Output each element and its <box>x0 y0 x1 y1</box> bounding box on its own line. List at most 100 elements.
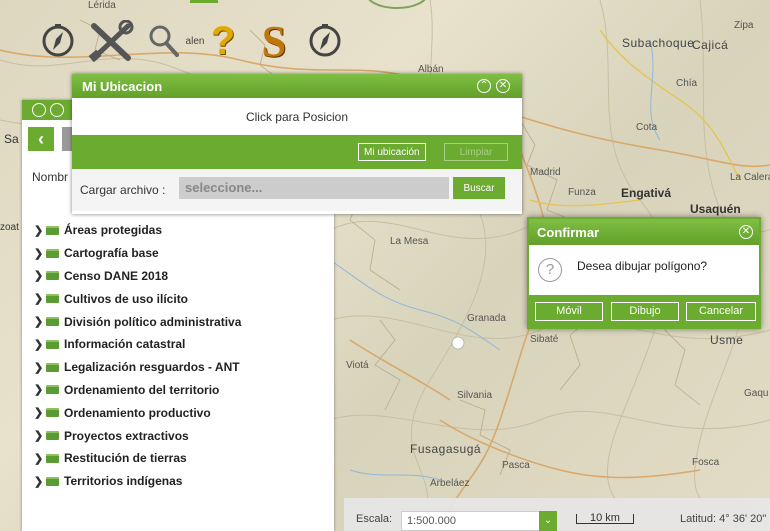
layer-item[interactable]: ❯ Áreas protegidas <box>34 219 241 242</box>
panel-tab-label-sa: Sa <box>4 132 19 146</box>
layer-item[interactable]: ❯ Censo DANE 2018 <box>34 265 241 288</box>
question-icon: ? <box>538 258 562 282</box>
map-label-arbelaez: Arbeláez <box>430 478 470 489</box>
map-label-chia: Chía <box>676 78 698 89</box>
search-icon[interactable] <box>146 18 182 64</box>
layer-item[interactable]: ❯ Restitución de tierras <box>34 447 241 470</box>
folder-icon <box>46 453 59 463</box>
layer-item-label: Censo DANE 2018 <box>64 268 169 283</box>
tools-icon[interactable] <box>86 18 136 64</box>
buscar-button[interactable]: Buscar <box>453 177 505 199</box>
map-label-fosca: Fosca <box>692 457 720 468</box>
layer-item[interactable]: ❯ Ordenamiento del territorio <box>34 379 241 402</box>
layer-item[interactable]: ❯ División político administrativa <box>34 310 241 333</box>
layer-item-label: Cultivos de uso ilícito <box>64 291 189 306</box>
scale-label: Escala: <box>356 513 393 525</box>
map-label-zipa: Zipa <box>734 20 754 31</box>
folder-icon <box>46 317 59 327</box>
layer-item-label: Proyectos extractivos <box>64 428 189 443</box>
confirm-message: Desea dibujar polígono? <box>577 259 708 273</box>
layer-item[interactable]: ❯ Cultivos de uso ilícito <box>34 287 241 310</box>
limpiar-button[interactable]: Limpiar <box>444 143 508 161</box>
map-label-lerida: Lérida <box>88 0 116 11</box>
map-label-silvania: Silvania <box>457 390 493 401</box>
folder-icon <box>46 362 59 372</box>
chevron-right-icon[interactable]: ❯ <box>34 406 46 419</box>
panel-label-nombre: Nombr <box>32 170 69 184</box>
map-label-subachoque: Subachoque <box>622 36 695 50</box>
chevron-down-icon[interactable]: ⌄ <box>539 511 557 531</box>
confirm-actions: Móvil Dibujo Cancelar <box>529 295 759 327</box>
map-label-gaqu: Gaqu <box>744 388 769 399</box>
compass-icon[interactable] <box>38 18 78 64</box>
folder-icon <box>46 248 59 258</box>
confirm-title: Confirmar <box>529 219 759 245</box>
chevron-right-icon[interactable]: ❯ <box>34 338 46 351</box>
layer-item-label: Legalización resguardos - ANT <box>64 360 240 375</box>
logo-fragment <box>190 0 218 3</box>
help-icon[interactable]: ? <box>205 18 241 64</box>
latitude-readout: Latitud: 4° 36' 20" N <box>680 513 770 525</box>
map-label-engativa: Engativá <box>621 186 672 200</box>
chevron-right-icon[interactable]: ❯ <box>34 383 46 396</box>
map-label-cajica: Cajicá <box>692 38 729 52</box>
map-label-usme: Usme <box>710 333 744 347</box>
layer-item-label: Información catastral <box>64 337 186 352</box>
layer-item[interactable]: ❯ Legalización resguardos - ANT <box>34 356 241 379</box>
collapse-icon[interactable] <box>32 103 46 117</box>
layer-item-label: Ordenamiento productivo <box>64 405 211 420</box>
chevron-right-icon[interactable]: ❯ <box>34 475 46 488</box>
minimize-icon[interactable]: ⌃ <box>477 79 491 93</box>
mi-ubicacion-dialog: Mi Ubicacion ⌃ ✕ Click para Posicion Mi … <box>72 74 522 214</box>
layer-item-label: División político administrativa <box>64 314 242 329</box>
compass-icon-2[interactable] <box>305 18 345 64</box>
folder-icon <box>46 385 59 395</box>
dialog-title: Mi Ubicacion <box>72 74 522 98</box>
map-label-la-mesa: La Mesa <box>390 236 429 247</box>
mi-ubicacion-button[interactable]: Mi ubicación <box>358 143 426 161</box>
layer-item[interactable]: ❯ Proyectos extractivos <box>34 424 241 447</box>
layer-item-label: Restitución de tierras <box>64 451 187 466</box>
layer-item-label: Áreas protegidas <box>64 223 163 238</box>
layer-item[interactable]: ❯ Territorios indígenas <box>34 470 241 493</box>
nav-back-button[interactable]: ‹ <box>28 127 54 151</box>
map-label-la-calera: La Calera <box>730 172 770 183</box>
chevron-right-icon[interactable]: ❯ <box>34 292 46 305</box>
layer-item-label: Territorios indígenas <box>64 474 183 489</box>
chevron-right-icon[interactable]: ❯ <box>34 429 46 442</box>
scale-bar: 10 km <box>576 513 634 524</box>
scale-select[interactable]: 1:500.000 <box>401 511 556 531</box>
close-icon[interactable]: ✕ <box>739 225 753 239</box>
chevron-right-icon[interactable]: ❯ <box>34 361 46 374</box>
chevron-right-icon[interactable]: ❯ <box>34 315 46 328</box>
panel-label-zoa: zoat <box>0 222 19 233</box>
chevron-right-icon[interactable]: ❯ <box>34 247 46 260</box>
layer-item[interactable]: ❯ Información catastral <box>34 333 241 356</box>
s-logo-icon[interactable]: S <box>254 17 294 66</box>
location-actions-bar: Mi ubicación Limpiar <box>72 135 522 169</box>
map-label-granada: Granada <box>467 313 506 324</box>
close-icon[interactable]: ✕ <box>496 79 510 93</box>
map-label-madrid: Madrid <box>530 167 561 178</box>
layer-item-label: Ordenamiento del territorio <box>64 382 220 397</box>
movil-button[interactable]: Móvil <box>535 302 603 321</box>
load-file-row: Cargar archivo : seleccione... Buscar <box>72 169 522 211</box>
folder-icon <box>46 339 59 349</box>
chevron-right-icon[interactable]: ❯ <box>34 269 46 282</box>
folder-icon <box>46 431 59 441</box>
layer-item[interactable]: ❯ Ordenamiento productivo <box>34 401 241 424</box>
layer-item-label: Cartografía base <box>64 246 159 261</box>
layer-list: ❯ Áreas protegidas ❯ Cartografía base ❯ Cen… <box>34 219 241 493</box>
dibujo-button[interactable]: Dibujo <box>611 302 679 321</box>
map-label-funza: Funza <box>568 187 596 198</box>
map-label-cota: Cota <box>636 122 658 133</box>
click-para-posicion[interactable]: Click para Posicion <box>72 98 522 135</box>
help-circle-icon[interactable] <box>50 103 64 117</box>
file-select-field[interactable]: seleccione... <box>179 177 449 199</box>
folder-icon <box>46 225 59 235</box>
chevron-right-icon[interactable]: ❯ <box>34 224 46 237</box>
folder-icon <box>46 271 59 281</box>
layer-item[interactable]: ❯ Cartografía base <box>34 242 241 265</box>
cancelar-button[interactable]: Cancelar <box>686 302 756 321</box>
chevron-right-icon[interactable]: ❯ <box>34 452 46 465</box>
